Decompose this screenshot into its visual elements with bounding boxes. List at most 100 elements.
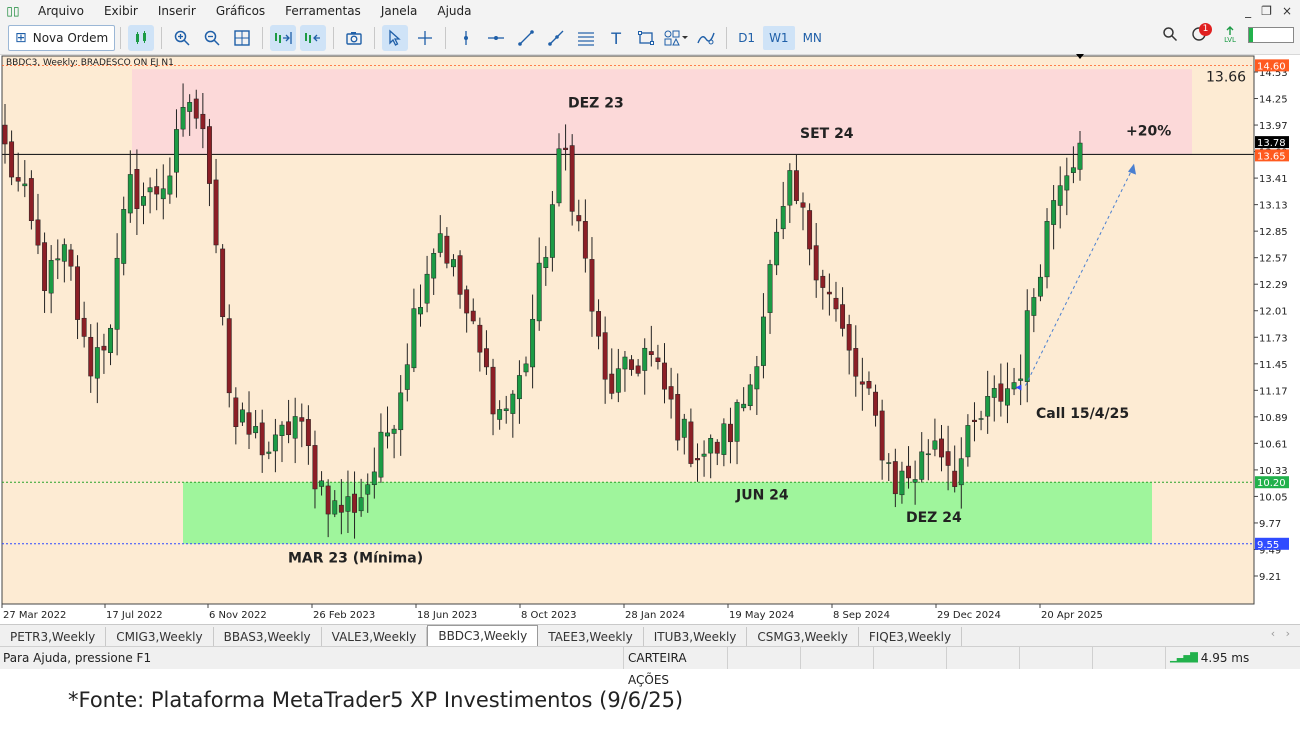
price-tag-top: 14.60: [1257, 61, 1286, 72]
vertical-line-icon[interactable]: [453, 25, 479, 51]
candle-body: [451, 259, 456, 268]
restore-button[interactable]: ❐: [1261, 0, 1272, 22]
tab-scroll-arrows[interactable]: ‹ ›: [1271, 627, 1290, 640]
new-order-button[interactable]: ⊞ Nova Ordem: [8, 25, 116, 51]
price-tag-bid: 13.65: [1257, 151, 1286, 162]
candle-body: [180, 107, 186, 130]
candle-body: [332, 500, 338, 515]
candle-body: [859, 381, 865, 385]
toolbar-separator: [726, 27, 728, 49]
screenshot-icon[interactable]: [341, 25, 367, 51]
chart-shift-icon[interactable]: [300, 25, 327, 51]
chart-tab[interactable]: BBAS3,Weekly: [214, 627, 322, 647]
ray-icon[interactable]: [543, 25, 569, 51]
signal-strength-fill: [1249, 28, 1253, 42]
menu-item-4[interactable]: Ferramentas: [275, 0, 371, 22]
price-tick-label: 10.33: [1259, 466, 1288, 477]
candle-body: [75, 266, 80, 320]
candle-body: [101, 345, 107, 351]
zoom-in-icon[interactable]: [169, 25, 195, 51]
candle-body: [253, 426, 259, 434]
candle-body: [22, 183, 28, 187]
candle-body: [1057, 185, 1063, 206]
zoom-out-icon[interactable]: [199, 25, 225, 51]
chart-tab[interactable]: BBDC3,Weekly: [427, 625, 539, 647]
candle-body: [1005, 388, 1010, 406]
chart-tab[interactable]: CSMG3,Weekly: [747, 627, 859, 647]
menu-item-3[interactable]: Gráficos: [206, 0, 275, 22]
candle-body: [556, 148, 562, 204]
candle-body: [549, 204, 555, 258]
annotation-jun24: JUN 24: [735, 487, 789, 503]
status-ping[interactable]: ▁▃▅▇ 4.95 ms: [1165, 647, 1274, 669]
candle-body: [398, 392, 404, 431]
crosshair-icon[interactable]: [412, 25, 438, 51]
indicators-icon[interactable]: [693, 25, 719, 51]
menu-item-6[interactable]: Ajuda: [427, 0, 481, 22]
horizontal-line-icon[interactable]: [483, 25, 509, 51]
chart-tab[interactable]: PETR3,Weekly: [0, 627, 107, 647]
candle-body: [826, 291, 832, 295]
price-tick-label: 13.13: [1259, 201, 1288, 212]
chart-tab[interactable]: CMIG3,Weekly: [106, 627, 214, 647]
menu-item-2[interactable]: Inserir: [148, 0, 206, 22]
rectangle-icon[interactable]: [633, 25, 659, 51]
candlestick-chart-icon[interactable]: [128, 25, 155, 51]
chart-tab[interactable]: TAEE3,Weekly: [538, 627, 644, 647]
trendline-icon[interactable]: [513, 25, 539, 51]
price-chart[interactable]: DEZ 23 SET 24 JUN 24 DEZ 24 MAR 23 (Mínima) C…: [0, 54, 1300, 624]
candle-body: [840, 304, 846, 329]
close-button[interactable]: ×: [1282, 0, 1292, 22]
signal-level-icon[interactable]: LVL: [1224, 26, 1236, 44]
candle-body: [675, 394, 681, 441]
candle-body: [365, 484, 371, 495]
toolbar-separator: [161, 27, 163, 49]
status-cell: [873, 647, 946, 669]
candle-body: [371, 471, 377, 486]
timeframe-w1[interactable]: W1: [763, 26, 795, 50]
price-tick-label: 10.05: [1259, 492, 1288, 503]
price-tick-label: 9.77: [1259, 519, 1281, 530]
fibonacci-icon[interactable]: [573, 25, 599, 51]
timeframe-d1[interactable]: D1: [732, 26, 761, 50]
candle-body: [147, 187, 153, 193]
candle-body: [48, 260, 54, 294]
candle-body: [292, 416, 298, 439]
candle-body: [272, 434, 278, 452]
candle-body: [701, 453, 707, 457]
text-tool-icon[interactable]: T: [603, 25, 629, 51]
candle-body: [437, 233, 443, 253]
candle-body: [635, 365, 641, 374]
price-tick-label: 12.29: [1259, 280, 1288, 291]
chart-window[interactable]: DEZ 23 SET 24 JUN 24 DEZ 24 MAR 23 (Mínima) C…: [0, 54, 1300, 624]
chart-tab[interactable]: ITUB3,Weekly: [644, 627, 748, 647]
minimize-button[interactable]: _: [1245, 0, 1251, 22]
autoscroll-icon[interactable]: [270, 25, 297, 51]
candle-body: [530, 318, 536, 368]
candle-body: [569, 145, 575, 212]
menu-item-1[interactable]: Exibir: [94, 0, 148, 22]
candle-body: [464, 289, 470, 314]
chart-tab[interactable]: VALE3,Weekly: [322, 627, 428, 647]
candle-body: [1031, 297, 1037, 316]
time-tick-label: 27 Mar 2022: [3, 610, 66, 621]
candle-body: [200, 113, 206, 130]
cursor-icon[interactable]: [382, 25, 409, 51]
candle-body: [345, 496, 351, 512]
grid-icon[interactable]: [229, 25, 255, 51]
candle-body: [662, 362, 667, 390]
search-icon[interactable]: [1162, 26, 1178, 45]
menu-item-5[interactable]: Janela: [371, 0, 428, 22]
candle-body: [734, 402, 740, 442]
menu-item-0[interactable]: Arquivo: [28, 0, 94, 22]
time-tick-label: 8 Oct 2023: [521, 610, 576, 621]
shapes-dropdown-icon[interactable]: [663, 25, 689, 51]
candle-body: [1018, 378, 1024, 381]
annotation-dez24: DEZ 24: [906, 510, 962, 526]
candle-body: [681, 418, 687, 438]
timeframe-mn[interactable]: MN: [797, 26, 828, 50]
chart-tab[interactable]: FIQE3,Weekly: [859, 627, 963, 647]
notifications-icon[interactable]: 1: [1190, 23, 1212, 45]
candle-body: [226, 318, 232, 394]
candle-body: [2, 124, 8, 145]
